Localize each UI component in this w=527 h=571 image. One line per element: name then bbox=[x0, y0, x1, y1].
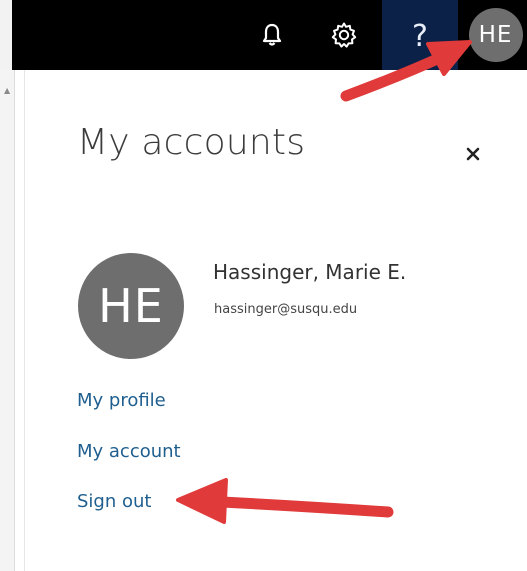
background-strip: ▲ bbox=[0, 70, 15, 571]
settings-button[interactable] bbox=[318, 0, 370, 70]
notifications-button[interactable] bbox=[248, 0, 296, 70]
avatar-large: HE bbox=[78, 253, 184, 359]
gear-icon bbox=[331, 22, 357, 48]
avatar-small: HE bbox=[468, 8, 523, 62]
bell-icon bbox=[262, 23, 282, 46]
help-button[interactable]: ? bbox=[382, 0, 458, 70]
caret-icon: ▲ bbox=[4, 86, 11, 95]
close-button[interactable] bbox=[455, 136, 491, 172]
top-bar: ? HE bbox=[0, 0, 527, 70]
close-icon bbox=[466, 147, 480, 161]
my-account-link[interactable]: My account bbox=[77, 441, 181, 462]
panel-title: My accounts bbox=[77, 122, 306, 163]
sign-out-link[interactable]: Sign out bbox=[77, 491, 151, 512]
my-accounts-panel: My accounts HE Hassinger, Marie E. hassi… bbox=[24, 70, 527, 571]
question-icon: ? bbox=[412, 19, 428, 54]
user-name: Hassinger, Marie E. bbox=[213, 260, 407, 284]
user-email: hassinger@susqu.edu bbox=[214, 302, 358, 317]
office-page: ? HE ▲ My accounts HE Hassinger, Marie E… bbox=[0, 0, 527, 571]
account-avatar-button[interactable]: HE bbox=[458, 0, 527, 70]
my-profile-link[interactable]: My profile bbox=[77, 390, 166, 411]
topbar-left-edge bbox=[0, 0, 12, 70]
